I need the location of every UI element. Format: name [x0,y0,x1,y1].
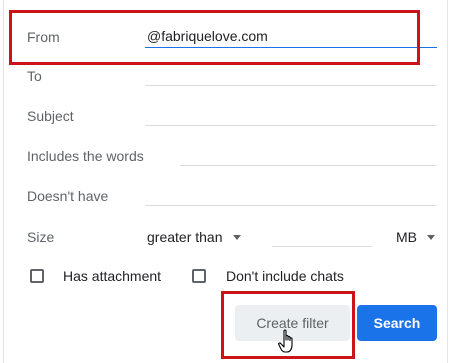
size-comparator-value: greater than [147,229,223,245]
from-field[interactable] [145,24,437,48]
has-attachment-label: Has attachment [63,268,162,284]
doesnt-have-label: Doesn't have [27,188,109,204]
hand-cursor-icon [278,329,293,353]
dont-include-chats-label: Don't include chats [226,268,344,284]
search-button[interactable]: Search [357,305,437,341]
includes-words-label: Includes the words [27,148,144,164]
from-label: From [27,29,60,45]
size-comparator-select[interactable]: greater than [147,227,241,247]
panel-border-left [3,0,4,363]
to-field[interactable] [145,62,437,86]
includes-words-field[interactable] [180,142,437,166]
search-label: Search [373,315,421,331]
subject-label: Subject [27,108,74,124]
doesnt-have-field[interactable] [145,182,437,206]
search-filter-panel: From To Subject Includes the words Doesn… [0,0,456,363]
has-attachment-checkbox[interactable] [30,269,44,283]
to-label: To [27,68,42,84]
size-unit-select[interactable]: MB [396,227,435,247]
size-value-field[interactable] [272,223,372,247]
subject-field[interactable] [145,102,437,126]
size-unit-value: MB [396,229,417,245]
size-label: Size [27,229,55,245]
chevron-down-icon [232,234,241,240]
panel-border-right [447,0,448,363]
chevron-down-icon [427,234,435,240]
dont-include-chats-checkbox[interactable] [192,269,206,283]
